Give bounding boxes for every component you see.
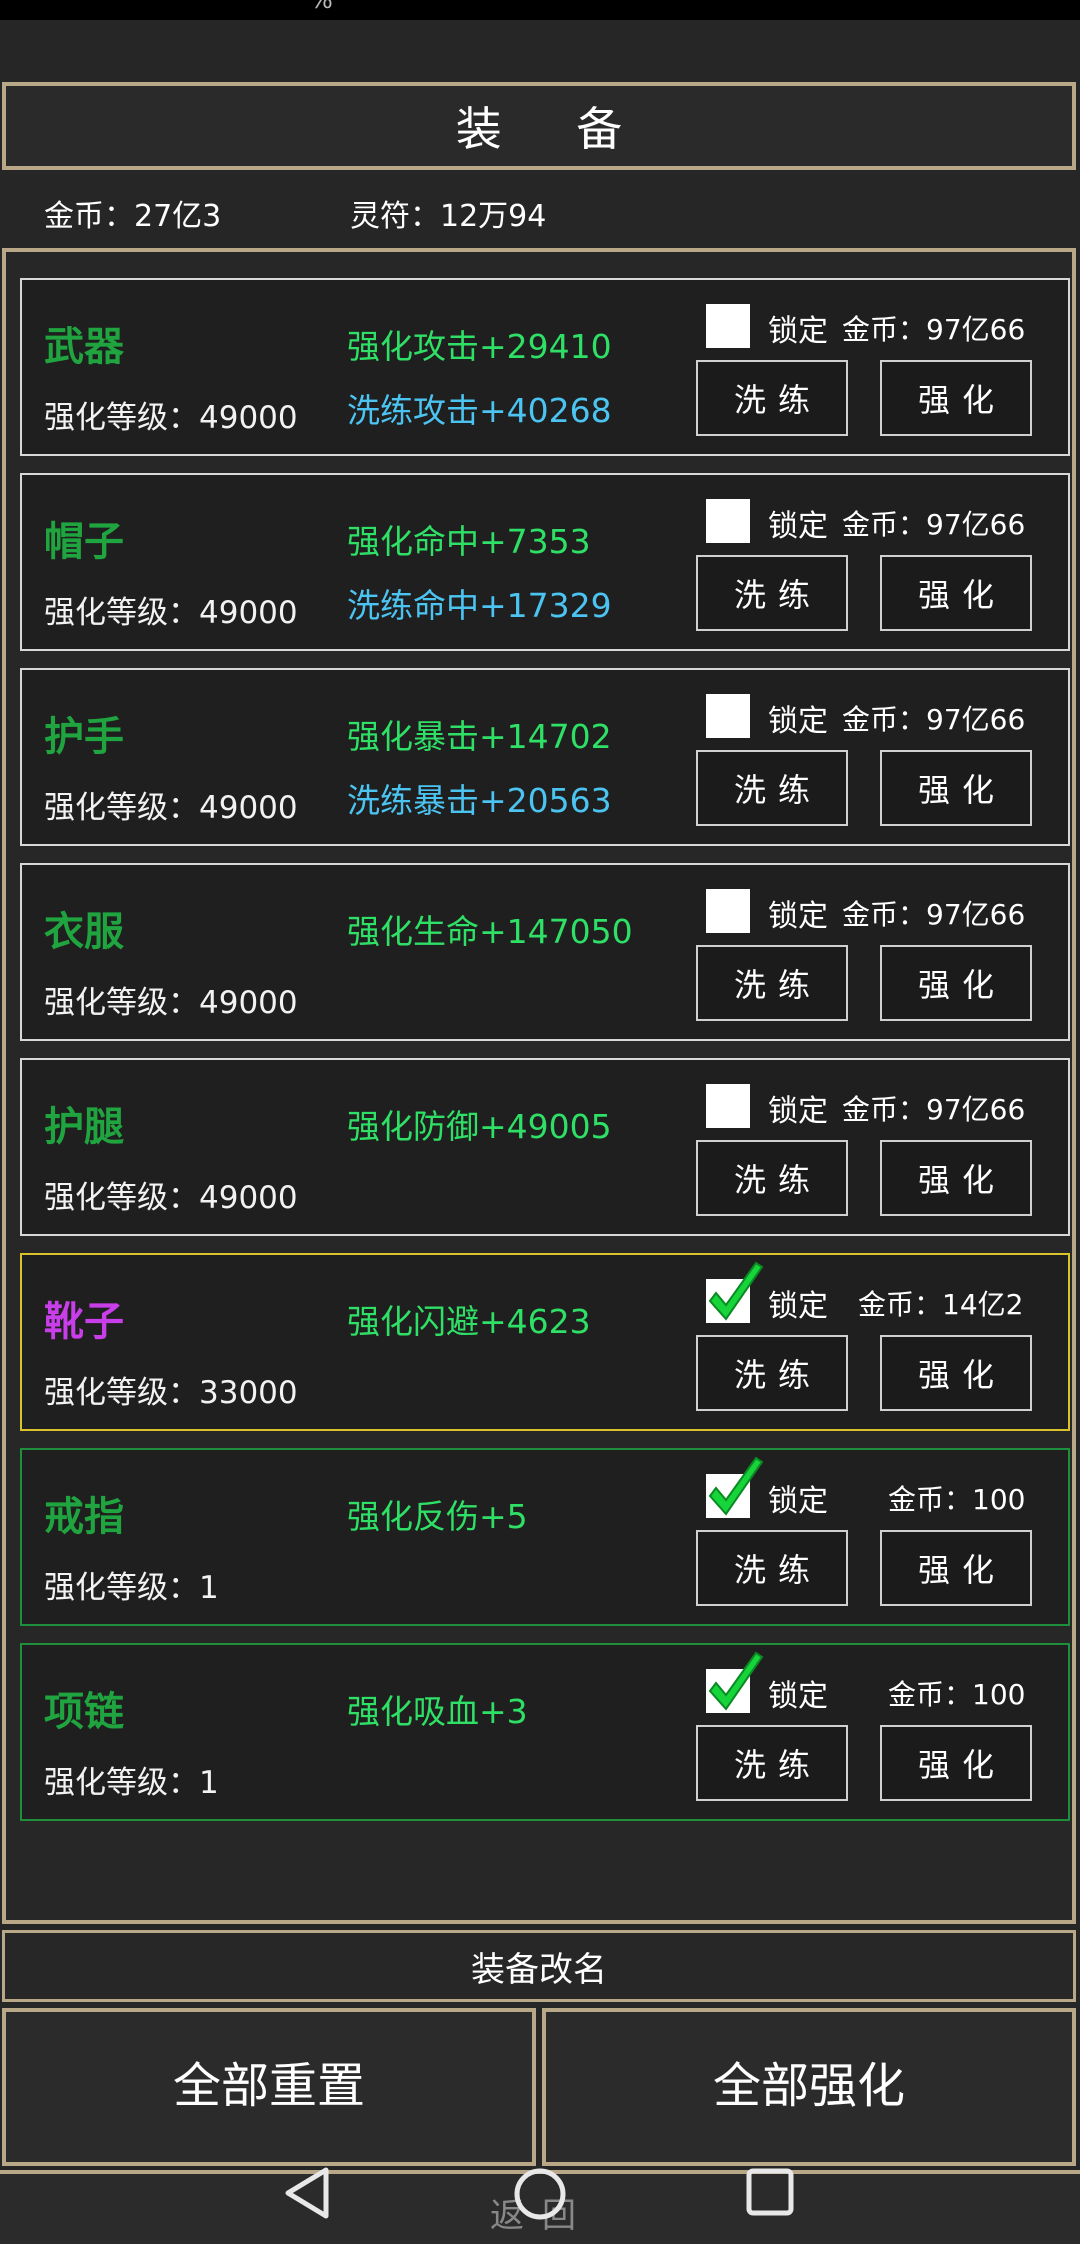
upgrade-cost: 金币：100 (888, 1678, 1026, 1711)
enhance-level: 强化等级：49000 (44, 595, 298, 631)
refine-button[interactable]: 洗练 (696, 1725, 848, 1801)
equipment-card: 武器强化等级：49000 强化攻击+29410 洗练攻击+40268 锁定 金币：97亿… (20, 278, 1070, 456)
status-bar: % (0, 0, 1080, 20)
equipment-card: 靴子强化等级：33000 强化闪避+4623 锁定 金币：14亿2 洗练 强化 (20, 1253, 1070, 1431)
lock-label: 锁定 (768, 1679, 828, 1714)
lock-checkbox[interactable] (706, 304, 750, 348)
item-name: 衣服 (44, 909, 124, 955)
upgrade-cost: 金币：97亿66 (842, 508, 1026, 541)
gold-balance: 金币：27亿3 (44, 199, 222, 234)
lock-label: 锁定 (768, 509, 828, 544)
lock-checkbox[interactable] (706, 1084, 750, 1128)
refine-stat: 洗练攻击+40268 (347, 391, 612, 430)
lock-label: 锁定 (768, 1094, 828, 1129)
enhance-stat: 强化闪避+4623 (347, 1302, 591, 1341)
talisman-balance: 灵符：12万94 (350, 199, 547, 234)
item-name: 帽子 (44, 519, 124, 565)
enhance-stat: 强化暴击+14702 (347, 717, 612, 756)
enhance-level: 强化等级：49000 (44, 790, 298, 826)
upgrade-cost: 金币：97亿66 (842, 1093, 1026, 1126)
equipment-card: 戒指强化等级：1 强化反伤+5 锁定 金币：100 洗练 强化 (20, 1448, 1070, 1626)
lock-checkbox[interactable] (706, 1651, 764, 1713)
upgrade-cost: 金币：100 (888, 1483, 1026, 1516)
lock-label: 锁定 (768, 704, 828, 739)
enhance-level: 强化等级：1 (44, 1765, 219, 1801)
refine-stat: 洗练命中+17329 (347, 586, 612, 625)
upgrade-cost: 金币：97亿66 (842, 703, 1026, 736)
item-name: 护腿 (44, 1104, 124, 1150)
enhance-button[interactable]: 强化 (880, 1335, 1032, 1411)
upgrade-cost: 金币：14亿2 (858, 1288, 1024, 1321)
nav-back-icon[interactable] (284, 2166, 332, 2220)
enhance-button[interactable]: 强化 (880, 1725, 1032, 1801)
nav-recents-icon[interactable] (746, 2168, 794, 2216)
lock-label: 锁定 (768, 314, 828, 349)
enhance-button[interactable]: 强化 (880, 1140, 1032, 1216)
refine-button[interactable]: 洗练 (696, 1335, 848, 1411)
refine-button[interactable]: 洗练 (696, 1140, 848, 1216)
refine-button[interactable]: 洗练 (696, 555, 848, 631)
enhance-button[interactable]: 强化 (880, 555, 1032, 631)
lock-checkbox[interactable] (706, 694, 750, 738)
equipment-card: 护手强化等级：49000 强化暴击+14702 洗练暴击+20563 锁定 金币：97亿… (20, 668, 1070, 846)
check-mark-icon (708, 1261, 764, 1321)
enhance-stat: 强化生命+147050 (347, 912, 633, 951)
enhance-all-button[interactable]: 全部强化 (542, 2008, 1076, 2166)
enhance-button[interactable]: 强化 (880, 360, 1032, 436)
equipment-card: 衣服强化等级：49000 强化生命+147050 锁定 金币：97亿66 洗练 强化 (20, 863, 1070, 1041)
check-mark-icon (708, 1456, 764, 1516)
lock-checkbox[interactable] (706, 1456, 764, 1518)
currency-line: 金币：27亿3 灵符：12万94 (0, 185, 1080, 235)
lock-label: 锁定 (768, 899, 828, 934)
lock-checkbox[interactable] (706, 1261, 764, 1323)
reset-all-label: 全部重置 (172, 2058, 365, 2114)
enhance-level: 强化等级：33000 (44, 1375, 298, 1411)
page-title: 装 备 (455, 102, 653, 156)
enhance-all-label: 全部强化 (712, 2058, 905, 2114)
lock-label: 锁定 (768, 1289, 828, 1324)
equipment-card: 项链强化等级：1 强化吸血+3 锁定 金币：100 洗练 强化 (20, 1643, 1070, 1821)
upgrade-cost: 金币：97亿66 (842, 898, 1026, 931)
rename-equipment-button[interactable]: 装备改名 (2, 1930, 1076, 2002)
nav-home-icon[interactable] (512, 2166, 568, 2222)
enhance-stat: 强化防御+49005 (347, 1107, 612, 1146)
refine-stat: 洗练暴击+20563 (347, 781, 612, 820)
equipment-panel: 武器 强化等级：49000 强化攻击+29410 洗练攻击+40268 锁定 金币：97亿… (2, 248, 1076, 1924)
enhance-level: 强化等级：49000 (44, 985, 298, 1021)
item-name: 靴子 (44, 1299, 124, 1345)
refine-button[interactable]: 洗练 (696, 360, 848, 436)
enhance-button[interactable]: 强化 (880, 1530, 1032, 1606)
status-fragment: % (310, 0, 333, 14)
enhance-stat: 强化反伤+5 (347, 1497, 528, 1536)
lock-checkbox[interactable] (706, 499, 750, 543)
enhance-button[interactable]: 强化 (880, 750, 1032, 826)
enhance-stat: 强化攻击+29410 (347, 327, 612, 366)
reset-all-button[interactable]: 全部重置 (2, 2008, 536, 2166)
enhance-button[interactable]: 强化 (880, 945, 1032, 1021)
upgrade-cost: 金币：97亿66 (842, 313, 1026, 346)
enhance-stat: 强化命中+7353 (347, 522, 591, 561)
refine-button[interactable]: 洗练 (696, 750, 848, 826)
refine-button[interactable]: 洗练 (696, 1530, 848, 1606)
enhance-level: 强化等级：1 (44, 1570, 219, 1606)
item-name: 戒指 (44, 1494, 124, 1540)
item-name: 护手 (44, 714, 124, 760)
item-name: 武器 (44, 324, 124, 370)
lock-label: 锁定 (768, 1484, 828, 1519)
enhance-stat: 强化吸血+3 (347, 1692, 528, 1731)
enhance-level: 强化等级：49000 (44, 400, 298, 436)
enhance-level: 强化等级：49000 (44, 1180, 298, 1216)
refine-button[interactable]: 洗练 (696, 945, 848, 1021)
check-mark-icon (708, 1651, 764, 1711)
equipment-card: 护腿强化等级：49000 强化防御+49005 锁定 金币：97亿66 洗练 强化 (20, 1058, 1070, 1236)
title-bar: 装 备 (2, 82, 1076, 170)
lock-checkbox[interactable] (706, 889, 750, 933)
item-name: 项链 (44, 1689, 124, 1735)
equipment-card: 帽子强化等级：49000 强化命中+7353 洗练命中+17329 锁定 金币：97亿6… (20, 473, 1070, 651)
